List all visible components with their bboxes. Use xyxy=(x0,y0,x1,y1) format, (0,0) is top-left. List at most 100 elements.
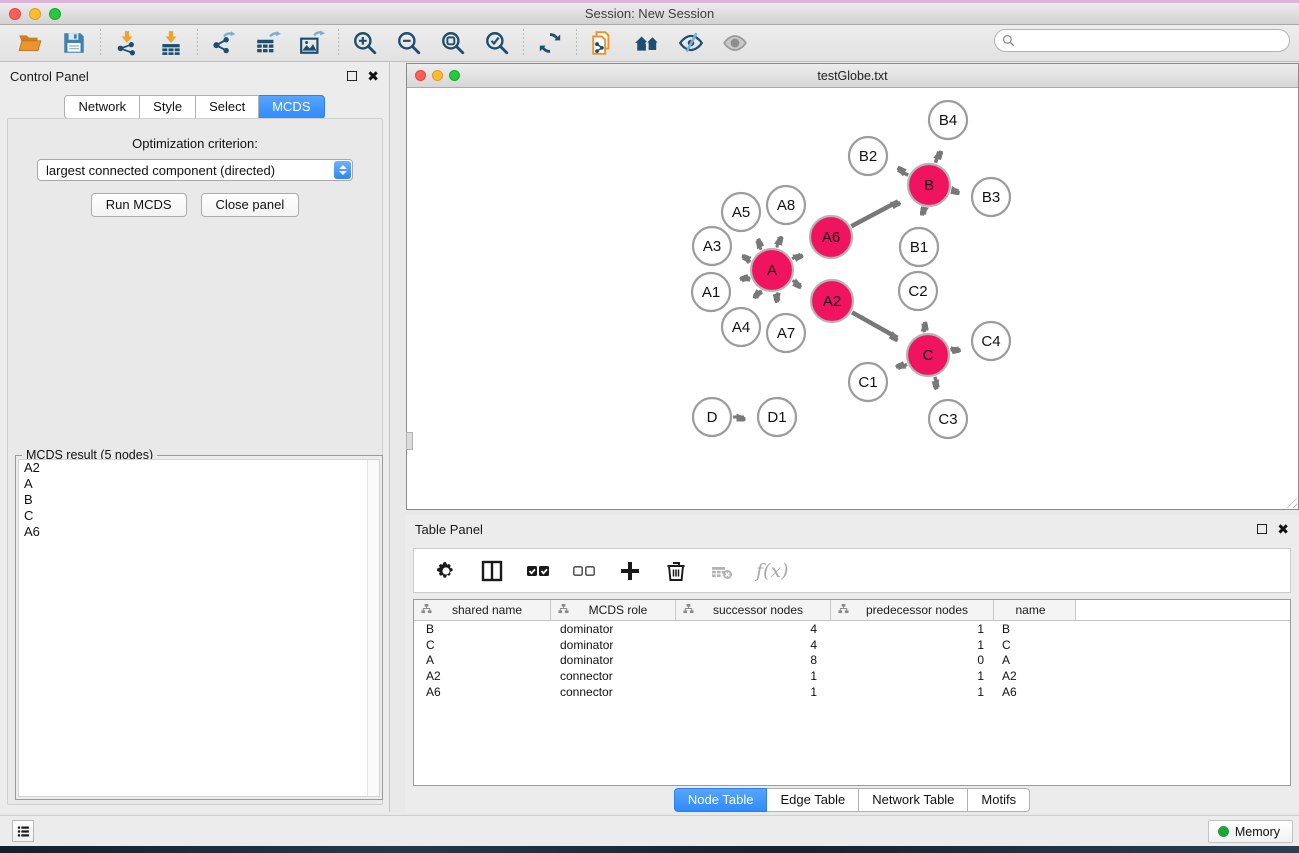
export-network-icon[interactable] xyxy=(210,29,238,57)
edge-A-A1[interactable] xyxy=(742,278,750,281)
zoom-in-icon[interactable] xyxy=(351,29,379,57)
graph-node-A[interactable]: A xyxy=(751,249,793,291)
network-canvas[interactable]: B4 B2 B B3 B1 A5A8A6 A3 A A1A4A7A2 C2 C C4 C1 C3 D D1 xyxy=(407,88,1298,509)
show-all-icon[interactable] xyxy=(721,29,749,57)
graph-node-B[interactable]: B xyxy=(908,164,950,206)
graph-node-C2[interactable]: C2 xyxy=(899,272,937,310)
graph-node-A6[interactable]: A6 xyxy=(810,216,852,258)
export-table-icon[interactable] xyxy=(254,29,282,57)
tab-network[interactable]: Network xyxy=(64,95,140,119)
table-tab-network-table[interactable]: Network Table xyxy=(859,788,968,812)
graph-node-C1[interactable]: C1 xyxy=(849,363,887,401)
table-row[interactable]: Cdominator41C xyxy=(414,637,1290,653)
graph-node-A8[interactable]: A8 xyxy=(767,186,805,224)
column-header-successor-nodes[interactable]: successor nodes xyxy=(676,600,831,620)
network-from-selection-icon[interactable] xyxy=(589,29,617,57)
table-tab-node-table[interactable]: Node Table xyxy=(674,788,768,812)
run-mcds-button[interactable]: Run MCDS xyxy=(91,193,187,217)
function-builder-icon[interactable]: f(x) xyxy=(756,560,789,582)
result-list-item[interactable]: A xyxy=(19,476,379,492)
memory-button[interactable]: Memory xyxy=(1208,820,1293,843)
edge-B-B1[interactable] xyxy=(924,208,925,215)
import-network-icon[interactable] xyxy=(113,29,141,57)
close-panel-icon[interactable]: ✖ xyxy=(367,71,379,81)
table-settings-icon[interactable] xyxy=(434,559,458,583)
graph-node-B3[interactable]: B3 xyxy=(972,178,1010,216)
edge-A6-B[interactable] xyxy=(851,201,898,226)
close-window-button[interactable] xyxy=(9,8,21,20)
graph-node-A3[interactable]: A3 xyxy=(693,227,731,265)
search-input[interactable] xyxy=(1015,34,1289,48)
edge-B-B3[interactable] xyxy=(952,189,959,190)
zoom-selected-icon[interactable] xyxy=(483,29,511,57)
select-all-icon[interactable] xyxy=(526,559,550,583)
create-column-icon[interactable] xyxy=(618,559,642,583)
table-row[interactable]: Bdominator41B xyxy=(414,621,1290,637)
graph-node-C[interactable]: C xyxy=(907,334,949,376)
table-row[interactable]: A6connector11A6 xyxy=(414,684,1290,700)
tab-select[interactable]: Select xyxy=(196,95,259,119)
edge-A-A3[interactable] xyxy=(743,258,751,261)
graph-node-B4[interactable]: B4 xyxy=(929,101,967,139)
edge-A2-C[interactable] xyxy=(852,312,897,338)
result-list-item[interactable]: B xyxy=(19,492,379,508)
float-panel-icon[interactable] xyxy=(347,71,357,81)
edge-C-C1[interactable] xyxy=(898,364,907,368)
graph-node-A2[interactable]: A2 xyxy=(811,280,853,322)
column-manager-icon[interactable] xyxy=(480,559,504,583)
graph-node-A7[interactable]: A7 xyxy=(767,314,805,352)
edge-B-B2[interactable] xyxy=(898,170,908,175)
edge-A-A5[interactable] xyxy=(757,241,762,250)
edge-B-B4[interactable] xyxy=(935,152,938,163)
hide-selected-icon[interactable] xyxy=(677,29,705,57)
column-header-name[interactable]: name xyxy=(994,600,1076,620)
edge-A-A7[interactable] xyxy=(777,292,779,300)
zoom-fit-icon[interactable] xyxy=(439,29,467,57)
tab-style[interactable]: Style xyxy=(140,95,196,119)
refresh-icon[interactable] xyxy=(536,29,564,57)
edge-A-A2[interactable] xyxy=(792,281,800,285)
task-history-button[interactable] xyxy=(12,820,34,842)
graph-node-A1[interactable]: A1 xyxy=(692,273,730,311)
result-list-item[interactable]: A6 xyxy=(19,524,379,540)
result-scrollbar[interactable] xyxy=(367,460,379,796)
mcds-result-list[interactable]: A2ABCA6 xyxy=(18,459,380,797)
search-field[interactable] xyxy=(994,29,1290,52)
graph-node-B1[interactable]: B1 xyxy=(900,228,938,266)
graph-node-A4[interactable]: A4 xyxy=(722,308,760,346)
open-file-icon[interactable] xyxy=(16,29,44,57)
result-list-item[interactable]: C xyxy=(19,508,379,524)
table-tab-motifs[interactable]: Motifs xyxy=(968,788,1030,812)
panel-divider-handle[interactable] xyxy=(406,432,413,450)
zoom-out-icon[interactable] xyxy=(395,29,423,57)
table-row[interactable]: Adominator80A xyxy=(414,653,1290,669)
table-row[interactable]: A2connector11A2 xyxy=(414,668,1290,684)
graph-node-A5[interactable]: A5 xyxy=(722,193,760,231)
minimize-window-button[interactable] xyxy=(29,8,41,20)
result-list-item[interactable]: A2 xyxy=(19,460,379,476)
network-close-button[interactable] xyxy=(415,70,426,81)
close-panel-button[interactable]: Close panel xyxy=(201,193,300,217)
column-header-MCDS-role[interactable]: MCDS role xyxy=(551,600,676,620)
home-icon[interactable] xyxy=(633,29,661,57)
deselect-all-icon[interactable] xyxy=(572,559,596,583)
edge-C-C2[interactable] xyxy=(923,324,924,333)
save-session-icon[interactable] xyxy=(60,29,88,57)
graph-node-D[interactable]: D xyxy=(693,398,731,436)
delete-table-icon[interactable] xyxy=(710,559,734,583)
graph-node-D1[interactable]: D1 xyxy=(758,398,796,436)
graph-node-C4[interactable]: C4 xyxy=(972,322,1010,360)
maximize-window-button[interactable] xyxy=(49,8,61,20)
float-table-panel-icon[interactable] xyxy=(1257,524,1267,534)
graph-node-C3[interactable]: C3 xyxy=(929,400,967,438)
column-header-predecessor-nodes[interactable]: predecessor nodes xyxy=(831,600,994,620)
edge-A-A8[interactable] xyxy=(777,237,779,247)
graph-node-B2[interactable]: B2 xyxy=(849,137,887,175)
close-table-panel-icon[interactable]: ✖ xyxy=(1277,524,1289,534)
export-image-icon[interactable] xyxy=(298,29,326,57)
table-tab-edge-table[interactable]: Edge Table xyxy=(767,788,859,812)
tab-mcds[interactable]: MCDS xyxy=(259,95,324,119)
network-maximize-button[interactable] xyxy=(449,70,460,81)
criterion-select[interactable]: largest connected component (directed) xyxy=(37,159,353,181)
edge-A-A4[interactable] xyxy=(757,290,761,298)
